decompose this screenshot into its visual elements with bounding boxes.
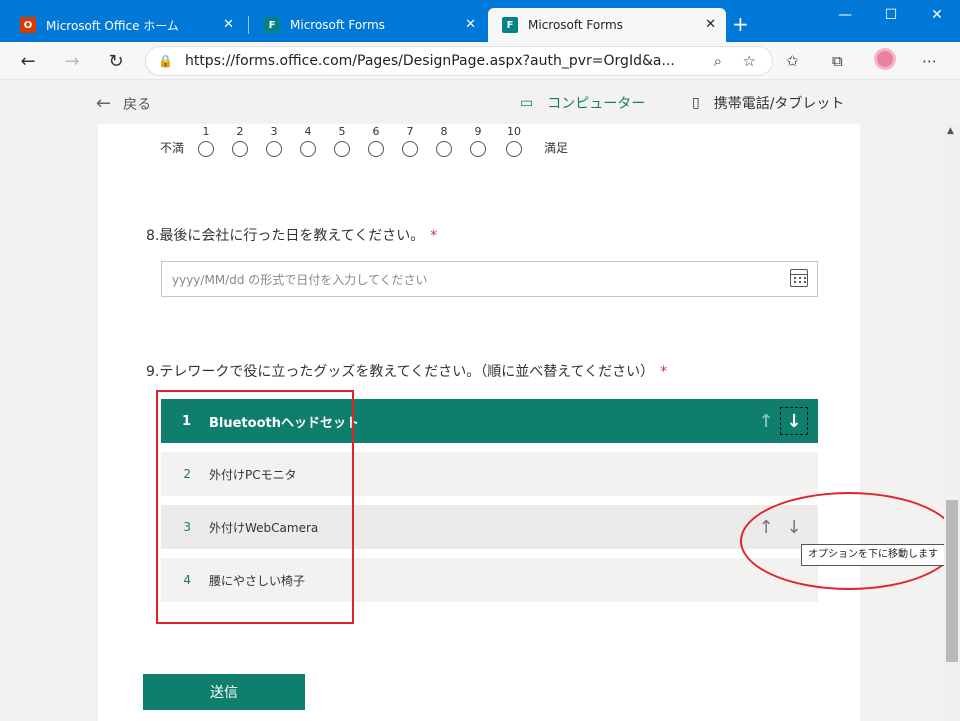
- close-tab-icon[interactable]: ✕: [223, 17, 234, 33]
- scroll-up-icon[interactable]: ▲: [947, 126, 954, 136]
- annotation-ellipse: [740, 492, 958, 590]
- forms-icon: F: [264, 17, 280, 33]
- forms-icon: F: [502, 17, 518, 33]
- back-button[interactable]: ← 戻る: [96, 93, 151, 114]
- preview-header: ← 戻る ▭ コンピューター ▯ 携帯電話/タブレット: [0, 80, 960, 124]
- move-down-tooltip: オプションを下に移動します: [801, 544, 945, 566]
- scale-option[interactable]: 6: [366, 124, 386, 157]
- scale-option[interactable]: 9: [468, 124, 488, 157]
- back-arrow-icon: ←: [96, 93, 112, 114]
- ranking-arrows: ↑ ↓: [752, 407, 808, 435]
- profile-avatar[interactable]: [874, 48, 896, 70]
- radio-button[interactable]: [368, 141, 384, 157]
- scale-option[interactable]: 7: [400, 124, 420, 157]
- tab-forms[interactable]: F Microsoft Forms ✕: [250, 8, 486, 42]
- scale-option[interactable]: 2: [230, 124, 250, 157]
- minimize-button[interactable]: —: [822, 4, 868, 26]
- tab-title: Microsoft Office ホーム: [46, 18, 179, 33]
- close-tab-icon[interactable]: ✕: [705, 17, 716, 33]
- tab-separator: [248, 16, 249, 34]
- move-up-icon[interactable]: ↑: [752, 407, 780, 435]
- back-label: 戻る: [123, 96, 152, 113]
- radio-button[interactable]: [334, 141, 350, 157]
- date-input[interactable]: yyyy/MM/dd の形式で日付を入力してください: [161, 261, 818, 297]
- scale-low-label: 不満: [160, 141, 185, 155]
- tab-title: Microsoft Forms: [290, 18, 385, 32]
- scale-option[interactable]: 1: [196, 124, 216, 157]
- desktop-label: コンピューター: [547, 96, 646, 112]
- radio-button[interactable]: [300, 141, 316, 157]
- phone-icon: ▯: [692, 95, 700, 111]
- desktop-preview-button[interactable]: ▭ コンピューター: [520, 93, 645, 113]
- calendar-icon[interactable]: [790, 269, 808, 287]
- submit-button[interactable]: 送信: [143, 674, 305, 710]
- favorites-list-icon[interactable]: ✩: [786, 52, 799, 70]
- scale-option[interactable]: 3: [264, 124, 284, 157]
- forward-arrow-icon[interactable]: →: [58, 48, 86, 74]
- radio-button[interactable]: [198, 141, 214, 157]
- question-8-title: 8.最後に会社に行った日を教えてください。 *: [146, 228, 438, 244]
- refresh-icon[interactable]: ↻: [102, 48, 130, 74]
- scrollbar-thumb[interactable]: [946, 500, 958, 662]
- mobile-preview-button[interactable]: ▯ 携帯電話/タブレット: [692, 93, 844, 113]
- office-icon: O: [20, 17, 36, 33]
- url-text[interactable]: https://forms.office.com/Pages/DesignPag…: [185, 53, 695, 69]
- back-arrow-icon[interactable]: ←: [14, 48, 42, 74]
- maximize-button[interactable]: ☐: [868, 4, 914, 26]
- new-tab-button[interactable]: +: [732, 12, 749, 36]
- browser-toolbar: ← → ↻ 🔒 https://forms.office.com/Pages/D…: [0, 42, 960, 80]
- rating-scale: 不満 1 2 3 4 5 6 7 8 9 10 満足: [98, 124, 860, 174]
- address-bar[interactable]: 🔒 https://forms.office.com/Pages/DesignP…: [145, 46, 773, 76]
- date-placeholder: yyyy/MM/dd の形式で日付を入力してください: [172, 272, 428, 287]
- question-9-title: 9.テレワークで役に立ったグッズを教えてください。（順に並べ替えてください） *: [146, 364, 668, 380]
- monitor-icon: ▭: [520, 95, 534, 111]
- vertical-scrollbar[interactable]: ▲: [944, 124, 960, 721]
- collections-icon[interactable]: ⧉: [832, 52, 843, 70]
- more-menu-icon[interactable]: ⋯: [922, 52, 937, 70]
- scale-option[interactable]: 5: [332, 124, 352, 157]
- form-viewport: 不満 1 2 3 4 5 6 7 8 9 10 満足 8.最後に会社に行った日を…: [0, 124, 944, 721]
- mobile-label: 携帯電話/タブレット: [713, 96, 845, 112]
- tab-forms-active[interactable]: F Microsoft Forms ✕: [488, 8, 726, 42]
- radio-button[interactable]: [402, 141, 418, 157]
- radio-button[interactable]: [436, 141, 452, 157]
- scale-high-label: 満足: [544, 141, 569, 155]
- required-marker: *: [430, 228, 438, 244]
- radio-button[interactable]: [506, 141, 522, 157]
- favorite-star-icon[interactable]: ☆: [743, 52, 756, 70]
- scale-option[interactable]: 10: [504, 124, 524, 157]
- scale-option[interactable]: 4: [298, 124, 318, 157]
- close-window-button[interactable]: ✕: [914, 4, 960, 26]
- radio-button[interactable]: [232, 141, 248, 157]
- tab-office-home[interactable]: O Microsoft Office ホーム ✕: [6, 8, 244, 42]
- tab-strip: O Microsoft Office ホーム ✕ F Microsoft For…: [0, 0, 960, 42]
- radio-button[interactable]: [470, 141, 486, 157]
- move-down-icon[interactable]: ↓: [780, 407, 808, 435]
- annotation-rectangle: [156, 390, 354, 624]
- tab-title: Microsoft Forms: [528, 18, 623, 32]
- radio-button[interactable]: [266, 141, 282, 157]
- lock-icon: 🔒: [158, 54, 173, 68]
- required-marker: *: [660, 364, 668, 380]
- zoom-icon[interactable]: ⌕: [714, 52, 722, 70]
- close-tab-icon[interactable]: ✕: [465, 17, 476, 33]
- scale-option[interactable]: 8: [434, 124, 454, 157]
